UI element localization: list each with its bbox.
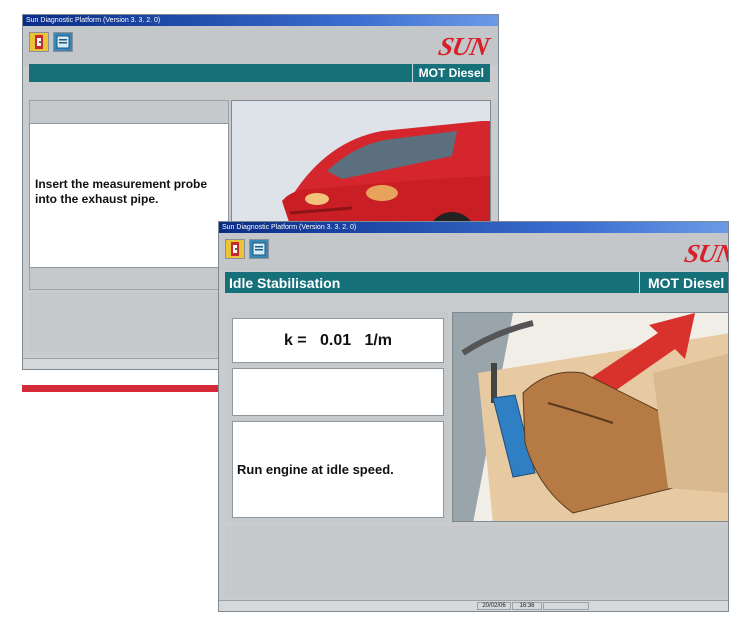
status-date: 20/02/06 <box>477 602 511 610</box>
red-divider-line <box>22 385 222 392</box>
empty-info-box <box>232 368 444 416</box>
front-mode-label: MOT Diesel <box>648 274 725 291</box>
front-step-label: Idle Stabilisation <box>229 274 341 291</box>
back-instruction-text: Insert the measurement probe into the ex… <box>35 177 208 206</box>
back-sun-logo: SUN <box>436 32 492 61</box>
back-window-titlebar: Sun Diagnostic Platform (Version 3. 3. 2… <box>23 15 498 26</box>
status-blank <box>543 602 589 610</box>
info-icon <box>252 242 266 256</box>
front-window: Sun Diagnostic Platform (Version 3. 3. 2… <box>218 221 729 612</box>
back-instruction-box: Insert the measurement probe into the ex… <box>29 123 229 268</box>
front-step-section: Idle Stabilisation <box>225 272 340 293</box>
front-window-titlebar: Sun Diagnostic Platform (Version 3. 3. 2… <box>219 222 728 233</box>
front-toolbar: SUN <box>219 233 728 271</box>
status-time: 16:36 <box>512 602 542 610</box>
back-header-bar: MOT Diesel <box>29 64 490 82</box>
reading-box: k = 0.01 1/m <box>232 318 444 363</box>
back-exit-button[interactable] <box>29 32 49 52</box>
front-bottom-panel <box>225 526 728 596</box>
front-sun-logo: SUN <box>682 239 729 268</box>
reading-value: k = 0.01 1/m <box>283 332 393 349</box>
front-instruction-text: Run engine at idle speed. <box>237 462 394 477</box>
info-icon <box>56 35 70 49</box>
front-mode-section: MOT Diesel <box>639 272 728 293</box>
back-mode-section: MOT Diesel <box>411 64 490 82</box>
front-exit-button[interactable] <box>225 239 245 259</box>
front-status-bar: 20/02/06 16:36 <box>219 600 728 611</box>
front-instruction-box: Run engine at idle speed. <box>232 421 444 518</box>
front-info-button[interactable] <box>249 239 269 259</box>
pedal-image <box>452 312 728 522</box>
front-header-bar: Idle Stabilisation MOT Diesel <box>225 272 728 293</box>
back-toolbar: SUN <box>23 26 498 66</box>
back-mode-label: MOT Diesel <box>418 66 484 80</box>
exit-icon <box>231 242 239 256</box>
back-info-button[interactable] <box>53 32 73 52</box>
exit-icon <box>35 35 43 49</box>
pedal-illustration <box>453 313 728 521</box>
